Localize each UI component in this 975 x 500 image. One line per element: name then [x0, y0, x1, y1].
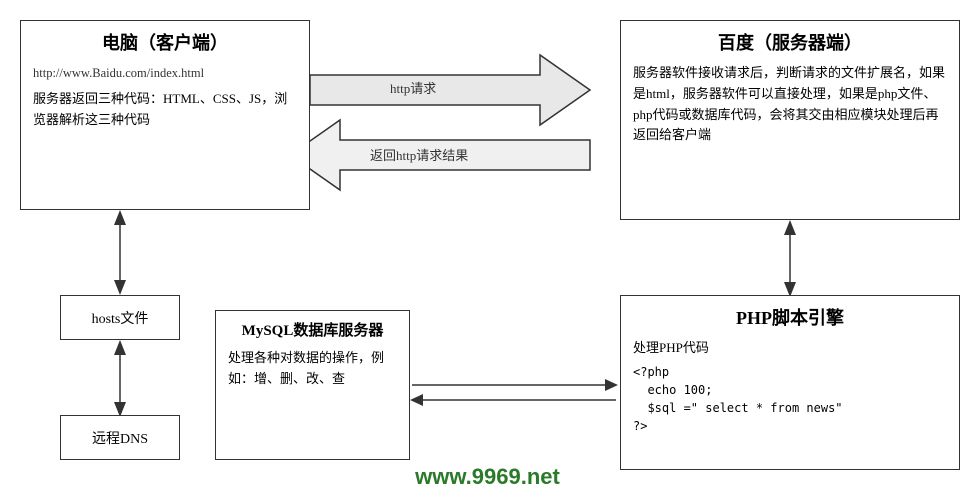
server-description: 服务器软件接收请求后，判断请求的文件扩展名，如果是html，服务器软件可以直接处… — [633, 63, 947, 146]
mysql-title: MySQL数据库服务器 — [228, 319, 397, 340]
hosts-label: hosts文件 — [92, 308, 149, 328]
php-code: <?php echo 100; $sql =" select * from ne… — [633, 363, 947, 435]
client-url: http://www.Baidu.com/index.html — [33, 63, 297, 83]
diagram: 电脑（客户端） http://www.Baidu.com/index.html … — [0, 0, 975, 500]
mysql-description: 处理各种对数据的操作，例如：增、删、改、查 — [228, 348, 397, 390]
server-box: 百度（服务器端） 服务器软件接收请求后，判断请求的文件扩展名，如果是html，服… — [620, 20, 960, 220]
dns-label: 远程DNS — [92, 428, 148, 448]
http-request-label: http请求 — [390, 78, 436, 97]
server-title: 百度（服务器端） — [633, 29, 947, 55]
php-box: PHP脚本引擎 处理PHP代码 <?php echo 100; $sql =" … — [620, 295, 960, 470]
watermark: www.9969.net — [415, 464, 560, 490]
http-response-label: 返回http请求结果 — [370, 145, 468, 164]
hosts-box: hosts文件 — [60, 295, 180, 340]
dns-box: 远程DNS — [60, 415, 180, 460]
php-title: PHP脚本引擎 — [633, 304, 947, 330]
php-description: 处理PHP代码 — [633, 338, 947, 359]
client-box: 电脑（客户端） http://www.Baidu.com/index.html … — [20, 20, 310, 210]
client-description: 服务器返回三种代码：HTML、CSS、JS，浏览器解析这三种代码 — [33, 89, 297, 131]
client-title: 电脑（客户端） — [33, 29, 297, 55]
mysql-box: MySQL数据库服务器 处理各种对数据的操作，例如：增、删、改、查 — [215, 310, 410, 460]
